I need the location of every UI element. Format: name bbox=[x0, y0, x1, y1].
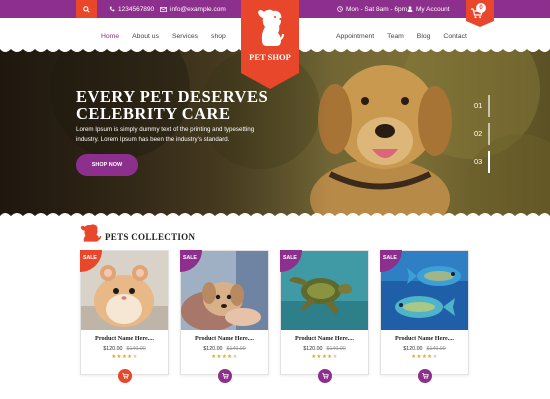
hero-description: Lorem Ipsum is simply dummy text of the … bbox=[76, 125, 276, 145]
price-old: $140.00 bbox=[426, 346, 446, 352]
product-price: $120.00 $140.00 bbox=[381, 346, 468, 352]
product-card[interactable]: SALE Product Name Here.... $120.00 $140.0… bbox=[180, 250, 269, 383]
price-old: $140.00 bbox=[226, 346, 246, 352]
cart-icon bbox=[321, 373, 329, 379]
price-current: $120.00 bbox=[103, 346, 123, 352]
product-card[interactable]: SALE Product Name Here.... $120.00 $140.0… bbox=[80, 250, 169, 383]
nav-right: Appointment Team Blog Contact bbox=[336, 27, 480, 45]
search-button[interactable] bbox=[76, 0, 97, 18]
nav-home[interactable]: Home bbox=[101, 33, 119, 40]
hero-title: EVERY PET DESERVES CELEBRITY CARE bbox=[76, 88, 296, 122]
section-title: PETS COLLECTION bbox=[105, 232, 196, 242]
phone-icon bbox=[109, 6, 115, 12]
rating-stars: ★★★★★ bbox=[411, 354, 438, 360]
product-price: $120.00 $140.00 bbox=[81, 346, 168, 352]
product-price: $120.00 $140.00 bbox=[181, 346, 268, 352]
email-contact[interactable]: info@example.com bbox=[160, 0, 226, 18]
dog-section-icon bbox=[80, 224, 102, 242]
rating-stars: ★★★★★ bbox=[111, 354, 138, 360]
price-current: $120.00 bbox=[403, 346, 423, 352]
add-to-cart-button[interactable] bbox=[418, 369, 432, 383]
mail-icon bbox=[160, 6, 167, 12]
slide-indicator-1[interactable]: 01 bbox=[474, 101, 482, 110]
phone-text: 1234567890 bbox=[118, 5, 155, 13]
slide-line-3 bbox=[488, 151, 490, 173]
shop-now-button[interactable]: SHOP NOW bbox=[76, 154, 138, 176]
slide-line-2 bbox=[488, 123, 490, 145]
nav-about[interactable]: About us bbox=[132, 33, 159, 40]
nav-blog[interactable]: Blog bbox=[417, 33, 431, 40]
logo[interactable] bbox=[241, 0, 299, 89]
cart-icon bbox=[421, 373, 429, 379]
user-icon bbox=[407, 6, 413, 12]
email-text: info@example.com bbox=[170, 5, 226, 13]
nav-appointment[interactable]: Appointment bbox=[336, 33, 374, 40]
nav-shop[interactable]: shop bbox=[211, 33, 226, 40]
add-to-cart-button[interactable] bbox=[318, 369, 332, 383]
product-name[interactable]: Product Name Here.... bbox=[381, 335, 468, 342]
clock-icon bbox=[337, 6, 343, 12]
price-current: $120.00 bbox=[203, 346, 223, 352]
opening-hours: Mon - Sat 8am - 6pm bbox=[337, 0, 407, 18]
price-current: $120.00 bbox=[303, 346, 323, 352]
product-card[interactable]: SALE Product Name Here.... $120.00 $140.0… bbox=[280, 250, 369, 383]
account-text: My Account bbox=[416, 5, 450, 13]
hero-title-line2: CELEBRITY CARE bbox=[76, 104, 231, 123]
cart-icon bbox=[221, 373, 229, 379]
slide-indicator-3[interactable]: 03 bbox=[474, 157, 482, 166]
product-name[interactable]: Product Name Here.... bbox=[281, 335, 368, 342]
nav-contact[interactable]: Contact bbox=[443, 33, 466, 40]
nav-services[interactable]: Services bbox=[172, 33, 198, 40]
rating-stars: ★★★★★ bbox=[211, 354, 238, 360]
add-to-cart-button[interactable] bbox=[218, 369, 232, 383]
product-card[interactable]: SALE Product Name Here.... $120.00 $140.0… bbox=[380, 250, 469, 383]
product-name[interactable]: Product Name Here.... bbox=[181, 335, 268, 342]
hero-desc-line2: industry. Lorem Ipsum has been the indus… bbox=[76, 136, 230, 143]
nav-team[interactable]: Team bbox=[387, 33, 404, 40]
dog-logo-icon bbox=[258, 9, 284, 47]
my-account-link[interactable]: My Account bbox=[407, 0, 450, 18]
scallop-border-bottom bbox=[0, 213, 550, 220]
slide-indicator-2[interactable]: 02 bbox=[474, 129, 482, 138]
hours-text: Mon - Sat 8am - 6pm bbox=[346, 5, 408, 13]
search-icon bbox=[83, 5, 90, 13]
nav-left: Home About us Services shop bbox=[101, 27, 239, 45]
price-old: $140.00 bbox=[126, 346, 146, 352]
cart-icon bbox=[121, 373, 129, 379]
phone-contact[interactable]: 1234567890 bbox=[109, 0, 154, 18]
hero-title-line1: EVERY PET DESERVES bbox=[76, 87, 269, 106]
logo-text: PET SHOP bbox=[249, 52, 291, 62]
add-to-cart-button[interactable] bbox=[118, 369, 132, 383]
slide-line-1 bbox=[488, 95, 490, 117]
product-price: $120.00 $140.00 bbox=[281, 346, 368, 352]
dog-photo bbox=[310, 65, 452, 219]
product-name[interactable]: Product Name Here.... bbox=[81, 335, 168, 342]
hero-desc-line1: Lorem Ipsum is simply dummy text of the … bbox=[76, 126, 255, 133]
cart-count-badge: 0 bbox=[476, 3, 486, 13]
price-old: $140.00 bbox=[326, 346, 346, 352]
rating-stars: ★★★★★ bbox=[311, 354, 338, 360]
